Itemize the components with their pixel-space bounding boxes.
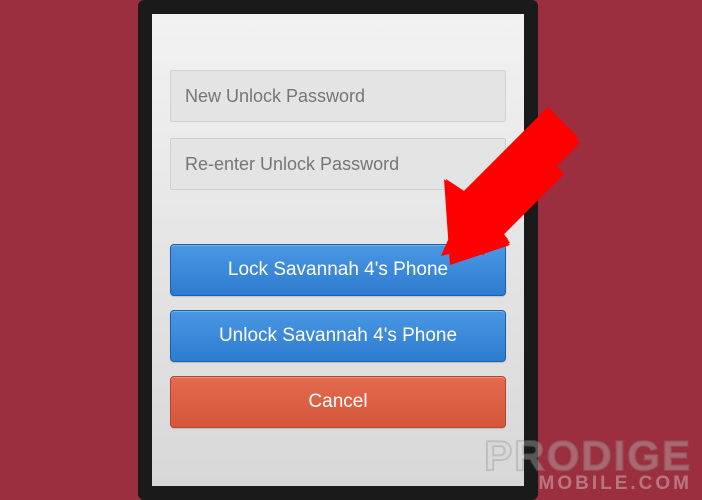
button-group: Lock Savannah 4's Phone Unlock Savannah … <box>170 244 506 442</box>
phone-frame: Lock Savannah 4's Phone Unlock Savannah … <box>138 0 538 500</box>
unlock-phone-button[interactable]: Unlock Savannah 4's Phone <box>170 310 506 362</box>
cancel-button[interactable]: Cancel <box>170 376 506 428</box>
watermark-brand: PRODIGE <box>484 437 692 475</box>
new-password-input[interactable] <box>170 70 506 122</box>
lock-phone-button[interactable]: Lock Savannah 4's Phone <box>170 244 506 296</box>
app-screen: Lock Savannah 4's Phone Unlock Savannah … <box>152 14 524 486</box>
reenter-password-input[interactable] <box>170 138 506 190</box>
watermark: PRODIGE MOBILE.COM <box>484 437 692 492</box>
